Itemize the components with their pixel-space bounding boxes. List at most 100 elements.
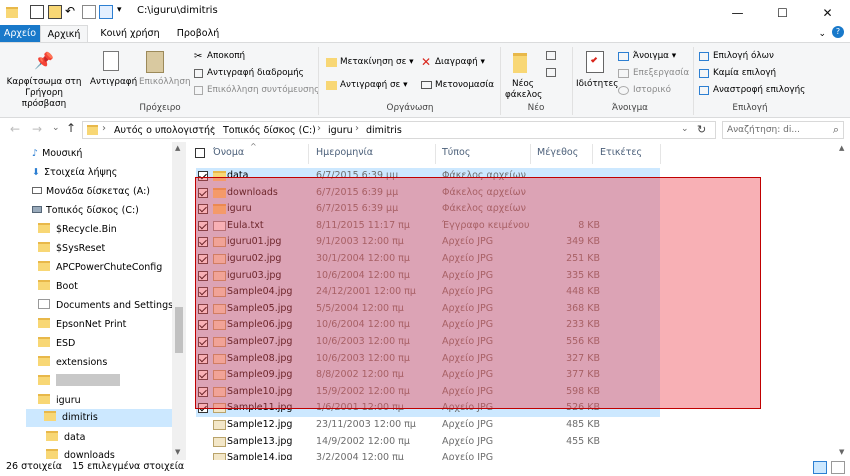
new-folder-button[interactable]: Νέος φάκελος	[505, 79, 542, 101]
column-header-tags[interactable]: Ετικέτες	[600, 147, 642, 158]
chevron-down-icon[interactable]: ▼	[175, 448, 180, 456]
tree-item-sysreset[interactable]: $SysReset	[38, 240, 105, 258]
search-input[interactable]: Αναζήτηση: di...	[727, 125, 800, 135]
large-icons-view-icon[interactable]	[831, 461, 845, 474]
tab-home[interactable]: Αρχική	[40, 25, 88, 43]
chevron-down-icon[interactable]: ▼	[839, 448, 844, 456]
chevron-up-icon[interactable]: ▲	[839, 144, 844, 152]
undo-icon[interactable]: ↶	[65, 5, 79, 19]
easy-access-icon[interactable]	[546, 68, 556, 77]
tab-share[interactable]: Κοινή χρήση	[97, 25, 163, 43]
chevron-down-icon[interactable]: ⌄	[681, 124, 689, 134]
properties-button[interactable]: Ιδιότητες	[576, 79, 618, 89]
move-to-button[interactable]: Μετακίνηση σε ▾	[340, 57, 414, 67]
file-row[interactable]: Sample13.jpg 14/9/2002 12:00 πμ Αρχείο JPG…	[196, 434, 660, 451]
search-box[interactable]: Αναζήτηση: di... ⌕	[722, 121, 844, 139]
back-arrow-icon[interactable]: ←	[10, 122, 20, 136]
delete-button[interactable]: Διαγραφή ▾	[435, 57, 485, 67]
select-all-button[interactable]: Επιλογή όλων	[713, 51, 774, 61]
breadcrumb-dimitris[interactable]: dimitris	[366, 125, 402, 136]
chevron-right-icon[interactable]: ›	[317, 123, 321, 134]
search-icon[interactable]: ⌕	[833, 123, 839, 137]
navigation-pane: ♪ Μουσική ⬇ Στοιχεία λήψης Μονάδα δίσκετας…	[0, 142, 186, 461]
up-arrow-icon[interactable]: ↑	[66, 121, 76, 135]
chevron-right-icon[interactable]: ›	[102, 123, 106, 134]
tree-item-epsonnet[interactable]: EpsonNet Print	[38, 316, 126, 334]
pin-quick-access-button[interactable]: Καρφίτσωμα στη Γρήγορη πρόσβαση	[6, 77, 82, 110]
tree-item-dimitris[interactable]: dimitris	[26, 409, 172, 427]
cut-button[interactable]: Αποκοπή	[207, 51, 245, 61]
copy-button[interactable]: Αντιγραφή	[90, 77, 137, 87]
ribbon-separator	[500, 47, 501, 115]
tree-item-esd[interactable]: ESD	[38, 335, 75, 353]
paste-button[interactable]: Επικόλληση	[139, 77, 191, 87]
tree-item-local-disk[interactable]: Τοπικός δίσκος (C:)	[32, 202, 139, 220]
edit-button[interactable]: Επεξεργασία	[633, 68, 689, 78]
tree-item-downloads[interactable]: ⬇ Στοιχεία λήψης	[32, 164, 117, 182]
properties-qa-icon[interactable]	[30, 5, 44, 19]
tree-item-redacted[interactable]	[38, 373, 120, 391]
minimize-button[interactable]: —	[715, 0, 760, 25]
content-scrollbar[interactable]: ▲ ▼	[836, 142, 850, 460]
view-qa-icon[interactable]	[82, 5, 96, 19]
invert-selection-button[interactable]: Αναστροφή επιλογής	[713, 85, 805, 95]
chevron-down-icon[interactable]: ⌄	[52, 123, 60, 133]
forward-arrow-icon[interactable]: →	[32, 122, 42, 136]
chevron-right-icon[interactable]: ›	[211, 123, 215, 134]
breadcrumb-iguru[interactable]: iguru	[328, 125, 353, 136]
ribbon-tabs: Αρχείο Αρχική Κοινή χρήση Προβολή ⌄ ?	[0, 25, 850, 43]
copy-path-button[interactable]: Αντιγραφή διαδρομής	[207, 68, 304, 78]
column-divider[interactable]	[660, 144, 661, 164]
tab-view[interactable]: Προβολή	[172, 25, 224, 43]
tree-item-apcpowerchute[interactable]: APCPowerChuteConfig	[38, 259, 162, 277]
tree-item-boot[interactable]: Boot	[38, 278, 78, 296]
history-button[interactable]: Ιστορικό	[633, 85, 671, 95]
chevron-down-icon[interactable]: ⌄	[818, 29, 826, 39]
column-divider[interactable]	[308, 144, 309, 164]
chevron-right-icon[interactable]: ›	[355, 123, 359, 134]
tree-item-documents-settings[interactable]: Documents and Settings	[38, 297, 173, 315]
new-folder-qa-icon[interactable]	[48, 5, 62, 19]
refresh-icon[interactable]: ↻	[697, 123, 706, 136]
select-all-checkbox[interactable]	[195, 148, 205, 158]
breadcrumb-local-disk[interactable]: Τοπικός δίσκος (C:)	[223, 125, 316, 136]
new-folder-icon	[513, 53, 527, 73]
tree-item-floppy[interactable]: Μονάδα δίσκετας (A:)	[32, 183, 150, 201]
new-item-icon[interactable]	[546, 51, 556, 60]
column-header-name[interactable]: Όνομα	[213, 147, 244, 158]
maximize-button[interactable]: ☐	[760, 0, 805, 25]
tree-item-data[interactable]: data	[46, 429, 85, 447]
column-header-size[interactable]: Μέγεθος	[537, 147, 578, 158]
column-divider[interactable]	[530, 144, 531, 164]
music-icon: ♪	[32, 148, 39, 159]
move-to-icon	[326, 58, 337, 67]
chevron-up-icon[interactable]: ▲	[175, 144, 180, 152]
navigation-scrollbar[interactable]: ▲ ▼	[172, 142, 186, 460]
tree-item-recycle-bin[interactable]: $Recycle.Bin	[38, 221, 117, 239]
rename-button[interactable]: Μετονομασία	[435, 80, 494, 90]
breadcrumb-this-pc[interactable]: Αυτός ο υπολογιστής	[114, 125, 216, 136]
folder-icon	[38, 280, 50, 290]
column-divider[interactable]	[435, 144, 436, 164]
details-view-icon[interactable]	[813, 461, 827, 474]
select-none-button[interactable]: Καμία επιλογή	[713, 68, 776, 78]
checkbox-qa-icon[interactable]	[99, 5, 113, 19]
column-header-type[interactable]: Τύπος	[442, 147, 470, 158]
column-header-date[interactable]: Ημερομηνία	[316, 147, 373, 158]
scrollbar-thumb[interactable]	[175, 307, 183, 353]
chevron-down-icon[interactable]: ▾	[117, 5, 131, 19]
tab-file[interactable]: Αρχείο	[0, 25, 40, 43]
open-button[interactable]: Άνοιγμα ▾	[633, 51, 676, 61]
tree-item-extensions[interactable]: extensions	[38, 354, 107, 372]
file-row[interactable]: Sample12.jpg 23/11/2003 12:00 πμ Αρχείο JP…	[196, 417, 660, 434]
paste-shortcut-button[interactable]: Επικόλληση συντόμευσης	[207, 85, 319, 95]
close-button[interactable]: ✕	[805, 0, 850, 25]
folder-icon	[6, 7, 18, 18]
tree-item-iguru[interactable]: iguru	[38, 392, 81, 410]
copy-to-button[interactable]: Αντιγραφή σε ▾	[340, 80, 408, 90]
column-divider[interactable]	[592, 144, 593, 164]
help-icon[interactable]: ?	[832, 26, 844, 38]
tree-item-music[interactable]: ♪ Μουσική	[32, 145, 82, 163]
address-bar[interactable]: › Αυτός ο υπολογιστής › Τοπικός δίσκος (…	[82, 121, 716, 139]
window-title: C:\iguru\dimitris	[137, 5, 218, 16]
